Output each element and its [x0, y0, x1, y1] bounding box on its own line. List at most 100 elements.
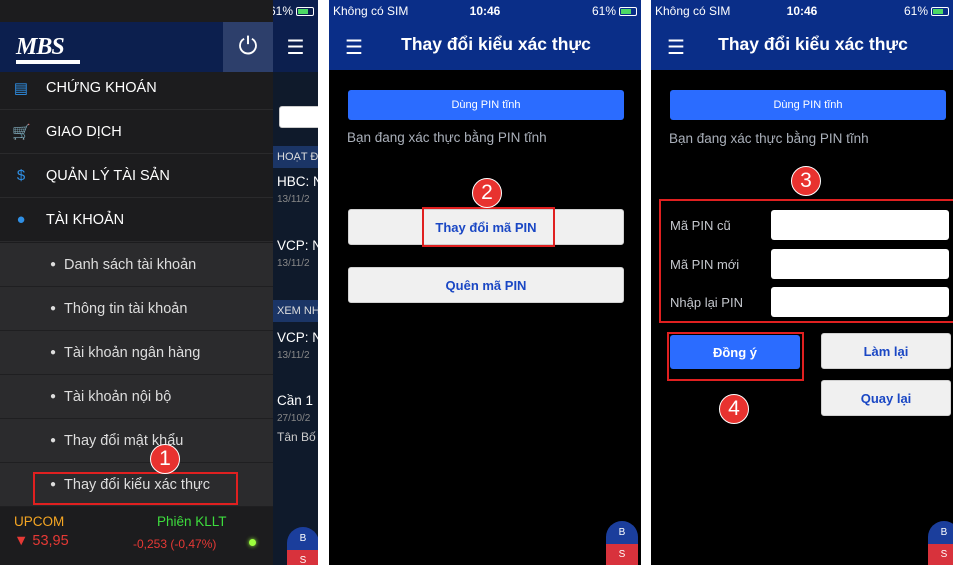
- buy-label: B: [287, 527, 318, 550]
- news-title[interactable]: VCP: N: [277, 238, 318, 253]
- news-date: 13/11/2: [277, 350, 310, 361]
- bullet-icon: ●: [50, 479, 57, 490]
- confirm-pin-field[interactable]: [771, 287, 949, 317]
- step-badge-3: 3: [791, 166, 821, 196]
- submenu-item-thong-tin-tai-khoan[interactable]: ● Thông tin tài khoản: [0, 287, 273, 331]
- battery-percent: 61%: [591, 4, 616, 18]
- step-badge-1: 1: [150, 444, 180, 474]
- sell-label: S: [928, 544, 953, 565]
- mbs-logo: MBS: [16, 34, 65, 60]
- submenu-item-label: Thay đổi kiểu xác thực: [64, 476, 210, 493]
- submenu-item-tai-khoan-noi-bo[interactable]: ● Tài khoản nội bộ: [0, 375, 273, 419]
- menu-item-label: TÀI KHOẢN: [46, 211, 125, 228]
- logout-power-icon[interactable]: ⏻: [223, 22, 273, 72]
- auth-status-text: Bạn đang xác thực bằng PIN tĩnh: [347, 130, 547, 145]
- buy-sell-button[interactable]: B S: [606, 521, 638, 565]
- section-header: XEM NHIỀU: [273, 300, 318, 322]
- news-date: 13/11/2: [277, 194, 310, 205]
- submenu-item-label: Tài khoản nội bộ: [64, 388, 172, 405]
- submenu-item-thay-doi-mat-khau[interactable]: ● Thay đổi mật khẩu: [0, 419, 273, 463]
- money-bag-icon: $: [16, 167, 26, 184]
- forgot-pin-button[interactable]: Quên mã PIN: [348, 267, 624, 303]
- page-title: Thay đổi kiểu xác thực: [718, 34, 908, 54]
- news-source: Tân Bố: [277, 430, 316, 444]
- change-pin-button[interactable]: Thay đổi mã PIN: [348, 209, 624, 245]
- old-pin-label: Mã PIN cũ: [670, 218, 731, 233]
- new-pin-field[interactable]: [771, 249, 949, 279]
- submenu-item-label: Tài khoản ngân hàng: [64, 344, 201, 361]
- bullet-icon: ●: [50, 303, 57, 314]
- status-led-icon: [249, 539, 256, 546]
- sell-label: S: [287, 550, 318, 565]
- menu-item-label: QUẢN LÝ TÀI SẢN: [46, 167, 170, 184]
- bullet-icon: ●: [50, 347, 57, 358]
- submenu-item-label: Thông tin tài khoản: [64, 300, 188, 317]
- menu-item-label: CHỨNG KHOÁN: [46, 79, 157, 96]
- menu-item-quan-ly-tai-san[interactable]: $ QUẢN LÝ TÀI SẢN: [0, 154, 273, 198]
- static-pin-button[interactable]: Dùng PIN tĩnh: [670, 90, 946, 120]
- step-badge-2: 2: [472, 178, 502, 208]
- background-news-screen: ☰ HOẠT ĐỘNG HBC: N 13/11/2 VCP: N 13/11/…: [273, 22, 318, 565]
- confirm-pin-label: Nhập lại PIN: [670, 295, 743, 310]
- battery-indicator: 61%: [592, 4, 637, 18]
- new-pin-label: Mã PIN mới: [670, 257, 740, 272]
- static-pin-button[interactable]: Dùng PIN tĩnh: [348, 90, 624, 120]
- submenu-item-label: Danh sách tài khoản: [64, 256, 197, 273]
- submenu-item-danh-sach-tai-khoan[interactable]: ● Danh sách tài khoản: [0, 243, 273, 287]
- news-date: 13/11/2: [277, 258, 310, 269]
- phone-auth-type-screen: Không có SIM 10:46 61% ☰ Thay đổi kiểu x…: [329, 0, 641, 565]
- status-bar: Không có SIM 10:46 61%: [329, 0, 641, 22]
- bullet-icon: ●: [50, 259, 57, 270]
- old-pin-field[interactable]: [771, 210, 949, 240]
- bullet-icon: ●: [50, 391, 57, 402]
- news-title[interactable]: HBC: N: [277, 174, 318, 189]
- submenu-item-thay-doi-kieu-xac-thuc[interactable]: ● Thay đổi kiểu xác thực: [0, 463, 273, 507]
- market-ticker[interactable]: UPCOM Phiên KLLT ▼ 53,95 -0,253 (-0,47%): [0, 508, 273, 565]
- search-input[interactable]: [279, 106, 318, 128]
- back-button[interactable]: Quay lại: [821, 380, 951, 416]
- market-index-number: 53,95: [32, 533, 69, 549]
- battery-icon: [931, 6, 949, 16]
- market-index-value: ▼ 53,95: [14, 533, 69, 549]
- section-header: HOẠT ĐỘNG: [273, 146, 318, 168]
- battery-indicator: 61%: [904, 4, 949, 18]
- down-arrow-icon: ▼: [14, 533, 33, 549]
- menu-item-chung-khoan[interactable]: ▤ CHỨNG KHOÁN: [0, 66, 273, 110]
- logo-underline: [16, 60, 80, 64]
- menu-header: MBS ⏻: [0, 22, 273, 72]
- battery-indicator: 61%: [269, 4, 314, 18]
- menu-item-giao-dich[interactable]: 🛒 GIAO DỊCH: [0, 110, 273, 154]
- phone-menu-screen: Không có SIM 10:46 61% ☰ HOẠT ĐỘNG HBC: …: [0, 0, 318, 565]
- step-badge-4: 4: [719, 394, 749, 424]
- buy-sell-button[interactable]: B S: [928, 521, 953, 565]
- reset-button[interactable]: Làm lại: [821, 333, 951, 369]
- phone-change-pin-screen: Không có SIM 10:46 61% ☰ Thay đổi kiểu x…: [651, 0, 953, 565]
- status-bar: Không có SIM 10:46 61%: [651, 0, 953, 22]
- market-change: -0,253 (-0,47%): [133, 537, 217, 551]
- sell-label: S: [606, 544, 638, 565]
- menu-icon[interactable]: ☰: [273, 22, 318, 72]
- buy-label: B: [928, 521, 953, 544]
- submenu-item-tai-khoan-ngan-hang[interactable]: ● Tài khoản ngân hàng: [0, 331, 273, 375]
- menu-item-label: GIAO DỊCH: [46, 123, 122, 140]
- app-header: ☰ Thay đổi kiểu xác thực: [651, 22, 953, 70]
- document-icon: ▤: [13, 79, 29, 97]
- market-index-name: UPCOM: [14, 514, 65, 529]
- bullet-icon: ●: [50, 435, 57, 446]
- side-menu: MBS ⏻ ▤ CHỨNG KHOÁN 🛒 GIAO DỊCH $ QUẢN L…: [0, 0, 273, 565]
- battery-icon: [296, 6, 314, 16]
- cart-icon: 🛒: [12, 123, 31, 141]
- news-title[interactable]: Cần 1: [277, 393, 313, 408]
- buy-sell-button[interactable]: B S: [287, 527, 318, 565]
- buy-label: B: [606, 521, 638, 544]
- app-header: ☰ Thay đổi kiểu xác thực: [329, 22, 641, 70]
- news-date: 27/10/2: [277, 413, 311, 424]
- user-icon: ●: [16, 211, 26, 228]
- market-session: Phiên KLLT: [157, 514, 227, 529]
- battery-icon: [619, 6, 637, 16]
- menu-item-tai-khoan[interactable]: ● TÀI KHOẢN: [0, 198, 273, 242]
- agree-button[interactable]: Đồng ý: [670, 335, 800, 369]
- battery-percent: 61%: [903, 4, 928, 18]
- news-title[interactable]: VCP: N: [277, 330, 318, 345]
- auth-status-text: Bạn đang xác thực bằng PIN tĩnh: [669, 131, 869, 146]
